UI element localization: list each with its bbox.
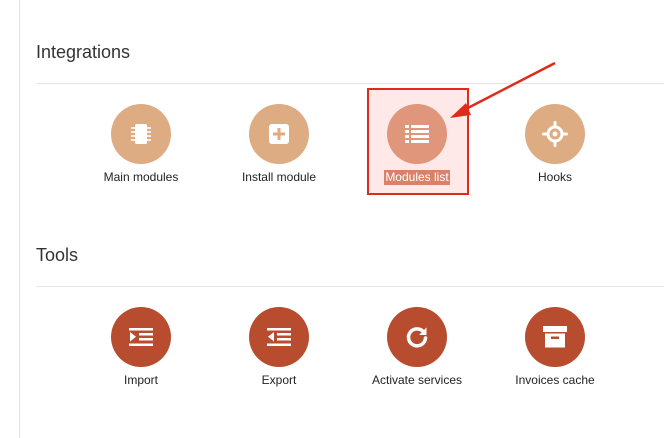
annotation-arrow <box>450 61 556 118</box>
